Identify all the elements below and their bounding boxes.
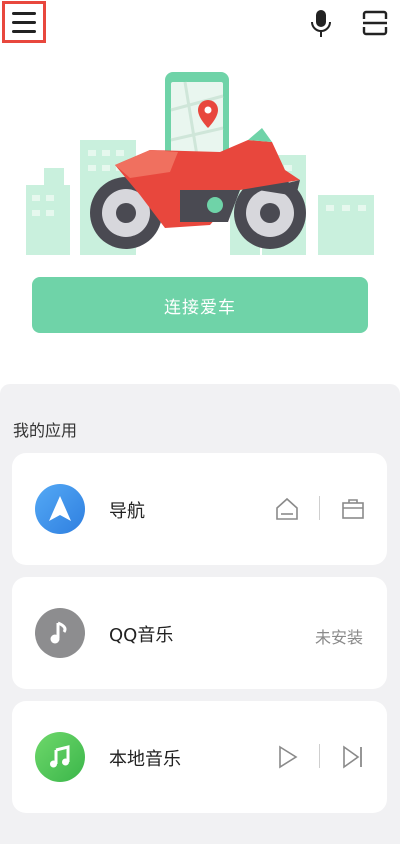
app-name: 导航 <box>109 501 145 522</box>
app-card-navigation[interactable]: 导航 <box>12 453 387 565</box>
app-card-local-music[interactable]: 本地音乐 <box>12 701 387 813</box>
briefcase-icon[interactable] <box>340 496 366 522</box>
motorcycle-illustration <box>26 72 374 255</box>
top-bar <box>0 0 400 48</box>
connect-car-button[interactable]: 连接爱车 <box>32 277 368 333</box>
qq-music-note-icon <box>35 608 85 658</box>
play-icon[interactable] <box>274 744 300 770</box>
app-name: QQ音乐 <box>109 625 174 646</box>
microphone-icon[interactable] <box>309 9 333 39</box>
app-card-qq-music[interactable]: QQ音乐 未安装 <box>12 577 387 689</box>
scan-icon[interactable] <box>362 10 388 36</box>
action-divider <box>319 744 320 768</box>
section-title-my-apps: 我的应用 <box>13 421 78 440</box>
next-track-icon[interactable] <box>340 744 366 770</box>
app-name: 本地音乐 <box>109 749 181 770</box>
local-music-icon <box>35 732 85 782</box>
home-icon[interactable] <box>274 496 300 522</box>
navigation-arrow-icon <box>35 484 85 534</box>
action-divider <box>319 496 320 520</box>
install-status: 未安装 <box>314 628 363 647</box>
hamburger-menu-icon[interactable] <box>2 1 46 43</box>
